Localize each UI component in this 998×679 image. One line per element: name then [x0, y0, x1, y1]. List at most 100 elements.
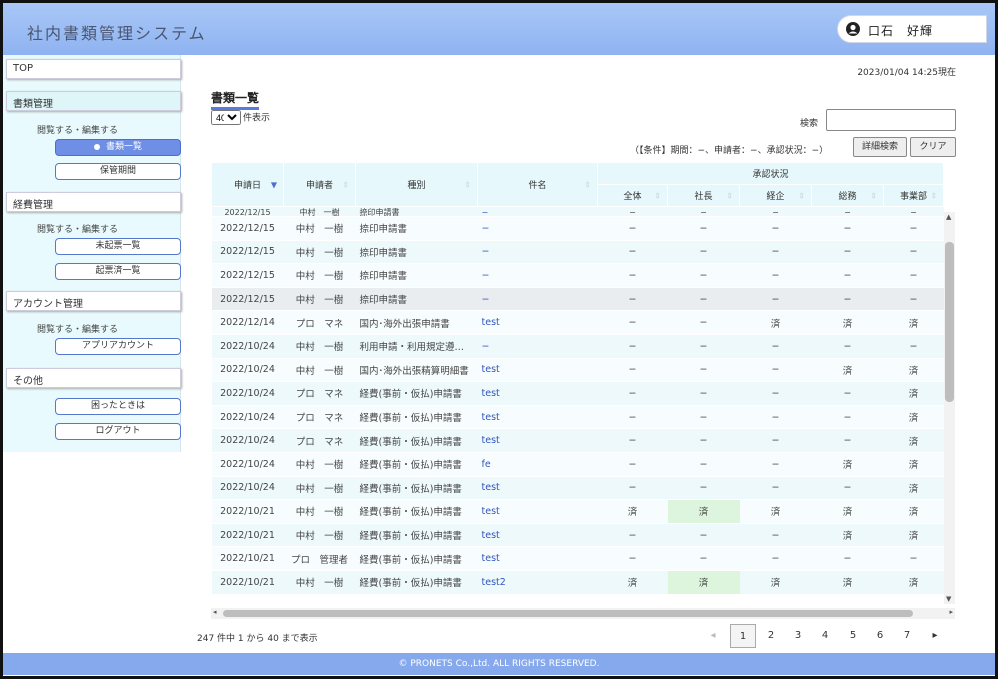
sidebar-sub-account: 閲覧する・編集する [37, 325, 119, 335]
table-cell[interactable]: test [477, 405, 598, 430]
sidebar-item-label: 書類一覧 [105, 142, 142, 152]
table-row[interactable]: 2022/10/24 プロ マネ 経費(事前・仮払)申請書 test − − − − 済 [211, 405, 944, 430]
table-cell[interactable]: test [477, 428, 598, 453]
column-header-planning[interactable]: 経企 ⇕ [739, 184, 812, 207]
search-input[interactable] [826, 109, 956, 131]
table-cell[interactable]: test [477, 310, 598, 335]
page-2[interactable]: 2 [758, 624, 784, 648]
table-row[interactable]: 2022/10/24 中村 一樹 利用申請・利用規定遵… − − − − − − [211, 334, 944, 359]
column-header-date[interactable]: 申請日 ▼ [211, 162, 284, 207]
sidebar-item-top[interactable]: TOP [6, 59, 181, 79]
next-page-icon[interactable]: ▸ [922, 624, 948, 648]
scroll-left-icon[interactable]: ◂ [213, 608, 217, 616]
sidebar-item-doc-list[interactable]: 書類一覧 [55, 139, 181, 156]
table-cell[interactable]: test [477, 523, 598, 548]
table-row[interactable]: 2022/10/21 プロ 管理者 経費(事前・仮払)申請書 test − − − − − [211, 546, 944, 571]
page-7[interactable]: 7 [894, 624, 920, 648]
table-cell: 済 [811, 452, 884, 477]
horizontal-scroll-thumb[interactable] [223, 610, 913, 617]
table-cell: 2022/10/24 [211, 358, 284, 383]
column-header-overall[interactable]: 全体 ⇕ [597, 184, 668, 207]
scroll-right-icon[interactable]: ▸ [949, 608, 953, 616]
table-row[interactable]: 2022/10/24 中村 一樹 経費(事前・仮払)申請書 fe − − − 済済 [211, 452, 944, 477]
table-cell: − [739, 287, 812, 312]
search-label: 検索 [800, 119, 819, 129]
page-4[interactable]: 4 [812, 624, 838, 648]
table-cell: − [811, 334, 884, 359]
table-row[interactable]: 2022/12/15 中村 一樹 捺印申請書 − − − − − − [211, 263, 944, 288]
scroll-up-icon[interactable]: ▲ [946, 213, 951, 221]
detail-search-button[interactable]: 詳細検索 [853, 137, 907, 157]
sidebar-item-storage[interactable]: 保管期間 [55, 163, 181, 180]
page-3[interactable]: 3 [785, 624, 811, 648]
table-cell: − [477, 216, 598, 241]
column-header-subject[interactable]: 件名 ⇕ [477, 162, 598, 207]
prev-page-icon[interactable]: ◂ [700, 624, 726, 648]
user-menu[interactable]: 口石 好輝 [837, 15, 987, 43]
table-row[interactable]: 2022/10/21 中村 一樹 経費(事前・仮払)申請書 test 済済済済済 [211, 499, 944, 524]
table-cell: 済 [883, 310, 944, 335]
table-cell[interactable]: test2 [477, 570, 598, 595]
column-header-general-affairs[interactable]: 総務 ⇕ [811, 184, 884, 207]
scroll-down-icon[interactable]: ▼ [946, 595, 951, 603]
sort-icon: ⇕ [930, 191, 938, 200]
page-5[interactable]: 5 [840, 624, 866, 648]
table-cell: 中村 一樹 [283, 499, 356, 524]
per-page-select[interactable]: 40 [211, 110, 241, 125]
table-cell[interactable]: test [477, 546, 598, 571]
sidebar-category-account[interactable]: アカウント管理 [6, 291, 181, 311]
table-row[interactable]: 2022/12/14 プロ マネ 国内･海外出張申請書 test − − 済済済 [211, 310, 944, 335]
table-row[interactable]: 2022/12/15 中村 一樹 捺印申請書 − − − − − − [211, 287, 944, 312]
column-header-type[interactable]: 種別 ⇕ [355, 162, 478, 207]
sidebar-category-expense[interactable]: 経費管理 [6, 192, 181, 212]
column-header-division[interactable]: 事業部 ⇕ [882, 184, 945, 207]
sidebar-item-logout[interactable]: ログアウト [55, 423, 181, 440]
horizontal-scrollbar[interactable]: ◂ ▸ [211, 608, 955, 619]
table-cell[interactable]: test [477, 358, 598, 383]
clear-button[interactable]: クリア [910, 137, 956, 157]
table-cell: − [477, 287, 598, 312]
column-header-applicant[interactable]: 申請者 ⇕ [283, 162, 356, 207]
vertical-scroll-thumb[interactable] [945, 242, 954, 402]
table-cell: − [739, 381, 812, 406]
table-cell: 中村 一樹 [283, 452, 356, 477]
table-cell: 済 [811, 570, 884, 595]
table-cell: − [739, 546, 812, 571]
table-cell: 2022/12/15 [211, 287, 284, 312]
table-cell[interactable]: fe [477, 452, 598, 477]
sidebar-category-documents[interactable]: 書類管理 [6, 91, 181, 111]
table-row[interactable]: 2022/10/24 プロ マネ 経費(事前・仮払)申請書 test − − − − 済 [211, 381, 944, 406]
table-cell[interactable]: test [477, 381, 598, 406]
table-row[interactable]: 2022/12/15 中村 一樹 捺印申請書 − − − − − − [211, 216, 944, 241]
sidebar-item-settled[interactable]: 起票済一覧 [55, 263, 181, 280]
table-row[interactable]: 2022/10/24 中村 一樹 国内･海外出張精算明細書 test − − − 済済 [211, 358, 944, 383]
table-cell[interactable]: test [477, 499, 598, 524]
vertical-scrollbar[interactable]: ▲ ▼ [944, 212, 955, 604]
table-cell: − [811, 405, 884, 430]
document-table: 申請日 ▼ 申請者 ⇕ 種別 ⇕ 件名 ⇕ 承認状況 全体 ⇕ 社長 ⇕ 経企 ⇕ 総務 ⇕ 事… [211, 162, 955, 612]
column-header-president[interactable]: 社長 ⇕ [667, 184, 740, 207]
table-cell: 済 [597, 570, 668, 595]
per-page-suffix: 件表示 [243, 113, 271, 124]
table-row[interactable]: 2022/12/15 中村 一樹 捺印申請書 − − − − − − [211, 206, 944, 217]
table-row[interactable]: 2022/10/21 中村 一樹 経費(事前・仮払)申請書 test − − − 済済 [211, 523, 944, 548]
sidebar-item-unsettled[interactable]: 未起票一覧 [55, 238, 181, 255]
page-1[interactable]: 1 [730, 624, 756, 648]
sidebar-category-other[interactable]: その他 [6, 368, 181, 388]
table-cell: − [883, 206, 944, 217]
table-row[interactable]: 2022/10/21 中村 一樹 経費(事前・仮払)申請書 test2 済済済済済 [211, 570, 944, 595]
page-6[interactable]: 6 [867, 624, 893, 648]
table-cell: 利用申請・利用規定遵… [355, 334, 478, 359]
table-cell: − [667, 546, 740, 571]
sidebar-item-app-account[interactable]: アプリアカウント [55, 338, 181, 355]
table-cell: プロ マネ [283, 428, 356, 453]
sidebar-item-help[interactable]: 困ったときは [55, 398, 181, 415]
table-cell: − [739, 206, 812, 217]
table-cell[interactable]: test [477, 476, 598, 501]
table-cell: − [667, 287, 740, 312]
table-cell: 済 [883, 499, 944, 524]
table-row[interactable]: 2022/10/24 プロ マネ 経費(事前・仮払)申請書 test − − − − 済 [211, 428, 944, 453]
table-row[interactable]: 2022/12/15 中村 一樹 捺印申請書 − − − − − − [211, 240, 944, 265]
table-cell: − [477, 240, 598, 265]
table-row[interactable]: 2022/10/24 中村 一樹 経費(事前・仮払)申請書 test − − − − 済 [211, 476, 944, 501]
